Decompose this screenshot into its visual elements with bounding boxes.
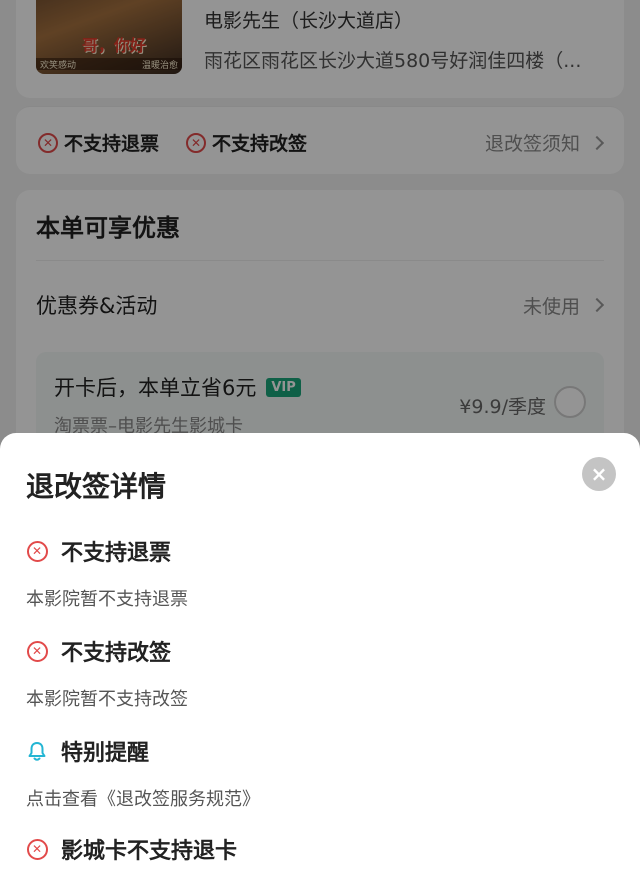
rule-title-row: ✕ 不支持退票 <box>26 535 616 567</box>
rule-title-row: ✕ 不支持改签 <box>26 635 616 667</box>
rule-title-row: ✕ 影城卡不支持退卡 <box>26 833 616 865</box>
rule-special-reminder: 特别提醒 点击查看《退改签服务规范》 <box>26 735 616 811</box>
x-circle-icon: ✕ <box>26 540 48 562</box>
x-circle-icon: ✕ <box>26 640 48 662</box>
screen: 哥，你好 欢笑感动 温暖治愈 电影先生（长沙大道店） 雨花区雨花区长沙大道580… <box>0 0 640 893</box>
rule-no-change: ✕ 不支持改签 本影院暂不支持改签 <box>26 635 616 711</box>
rule-no-refund: ✕ 不支持退票 本影院暂不支持退票 <box>26 535 616 611</box>
rule-description: 本影院暂不支持退票 <box>26 589 188 610</box>
close-icon: × <box>590 462 608 486</box>
bell-icon <box>26 740 48 762</box>
close-button[interactable]: × <box>582 457 616 491</box>
rule-title: 不支持退票 <box>61 541 172 566</box>
rule-title-row: 特别提醒 <box>26 735 616 767</box>
service-rules-link[interactable]: 点击查看《退改签服务规范》 <box>26 785 616 811</box>
rule-title: 影城卡不支持退卡 <box>61 839 238 864</box>
rule-description: 本影院暂不支持改签 <box>26 689 188 710</box>
rule-title: 不支持改签 <box>61 641 172 666</box>
rule-title: 特别提醒 <box>61 741 150 766</box>
sheet-title: 退改签详情 <box>26 470 167 503</box>
x-circle-icon: ✕ <box>26 838 48 860</box>
rule-card-no-refund: ✕ 影城卡不支持退卡 <box>26 833 616 865</box>
refund-details-sheet: 退改签详情 × ✕ 不支持退票 本影院暂不支持退票 ✕ 不支持改签 本影院暂不支… <box>0 433 640 893</box>
